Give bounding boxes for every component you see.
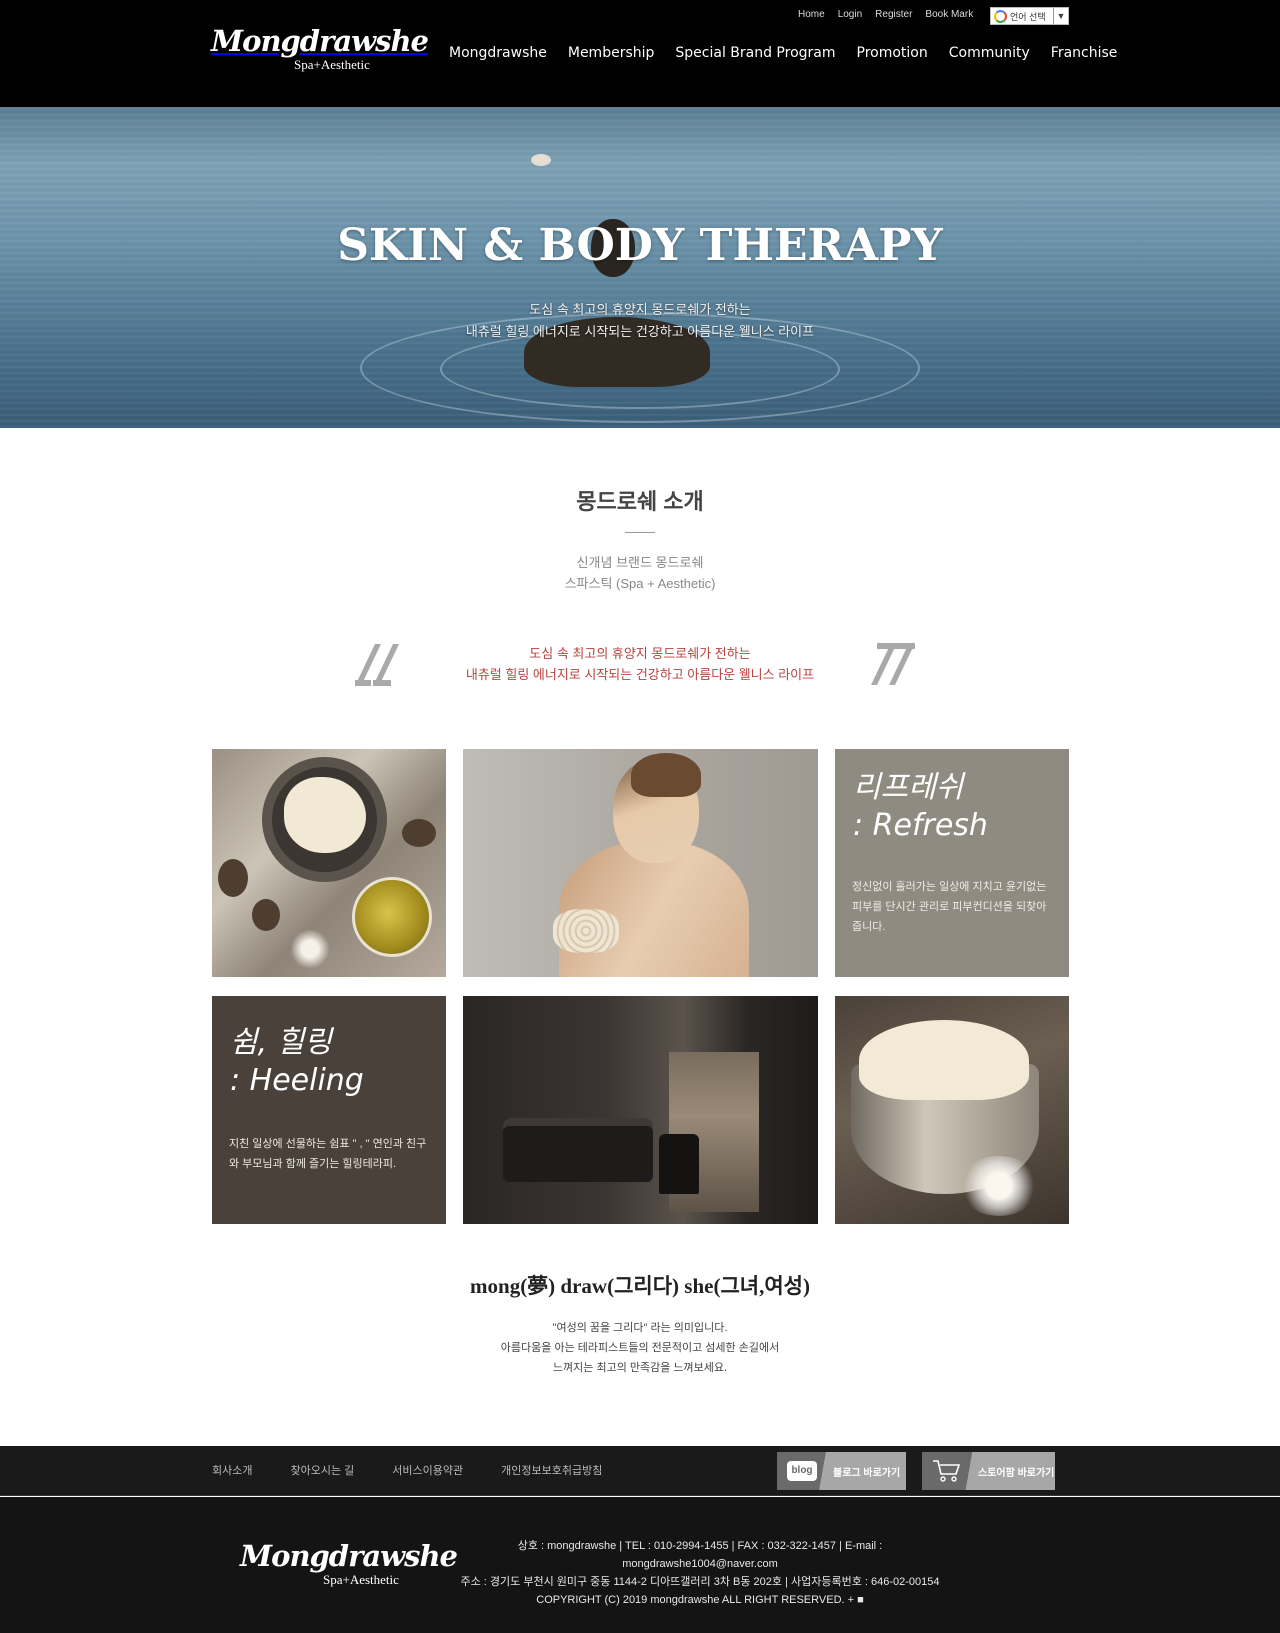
company-info-line: 상호 : mongdrawshe | TEL : 010-2994-1455 |… — [517, 1540, 883, 1570]
brand-meaning-line: 느껴지는 최고의 만족감을 느껴보세요. — [552, 1362, 728, 1374]
cream-image — [284, 777, 366, 853]
quote-close-icon — [871, 643, 915, 685]
nut-image — [252, 899, 280, 931]
nav-item-membership[interactable]: Membership — [568, 44, 655, 62]
oil-dish-image — [352, 877, 432, 957]
footer-link-terms[interactable]: 서비스이용약관 — [392, 1463, 463, 1479]
flower-image — [290, 929, 330, 969]
util-link-register[interactable]: Register — [875, 8, 912, 22]
gallery-image-shea-butter — [212, 749, 446, 977]
store-button[interactable]: 스토어팜 바로가기 — [922, 1452, 1055, 1490]
site-header: Mongdrawshe Spa+Aesthetic Home Login Reg… — [0, 0, 1280, 107]
chair-image — [659, 1134, 699, 1194]
hero-buoy-image — [531, 154, 551, 166]
title-divider — [625, 532, 655, 533]
refresh-tile[interactable]: 리프레쉬 : Refresh 정신없이 흘러가는 일상에 지치고 윤기없는 피부… — [835, 749, 1069, 977]
copyright-line: COPYRIGHT (C) 2019 mongdrawshe ALL RIGHT… — [536, 1594, 864, 1606]
blog-button-label: 블로그 바로가기 — [833, 1467, 901, 1479]
massage-bed-image — [503, 1126, 653, 1182]
util-link-bookmark[interactable]: Book Mark — [925, 8, 973, 22]
hero-title: SKIN & BODY THERAPY — [337, 220, 943, 271]
hero-banner: SKIN & BODY THERAPY 도심 속 최고의 휴양지 몽드로쉐가 전… — [0, 107, 1280, 428]
language-select-label: 언어 선택 — [1010, 11, 1046, 22]
google-g-icon — [994, 9, 1007, 23]
intro-quote-line: 내츄럴 힐링 에너지로 시작되는 건강하고 아름다운 웰니스 라이프 — [465, 667, 815, 682]
nav-item-franchise[interactable]: Franchise — [1051, 44, 1118, 62]
healing-tile-description: 지친 일상에 선물하는 쉼표 " , " 연인과 친구와 부모님과 함께 즐기는… — [229, 1138, 427, 1170]
woman-hair-image — [631, 753, 701, 797]
logo-tagline: Spa+Aesthetic — [294, 57, 370, 72]
nav-item-promotion[interactable]: Promotion — [857, 44, 928, 62]
hero-subtitle-line: 내츄럴 힐링 에너지로 시작되는 건강하고 아름다운 웰니스 라이프 — [465, 324, 815, 339]
nut-image — [402, 819, 436, 847]
footer-link-company[interactable]: 회사소개 — [212, 1463, 252, 1479]
company-info-line: 주소 : 경기도 부천시 원미구 중동 1144-2 디아뜨갤러리 3차 B동 … — [460, 1576, 940, 1588]
healing-tile-title-korean: 쉼, 힐링 — [230, 1025, 332, 1060]
section-subtitle-line: 스파스틱 (Spa + Aesthetic) — [564, 576, 716, 591]
store-button-label: 스토어팜 바로가기 — [978, 1467, 1055, 1479]
section-title: 몽드로쉐 소개 — [576, 489, 704, 514]
healing-tile[interactable]: 쉼, 힐링 : Heeling 지친 일상에 선물하는 쉼표 " , " 연인과… — [212, 996, 446, 1224]
nav-item-community[interactable]: Community — [949, 44, 1030, 62]
footer-logo-wordmark: Mongdrawshe — [240, 1539, 458, 1573]
brand-meaning-line: 아름다움을 아는 테라피스트들의 전문적이고 섬세한 손길에서 — [500, 1342, 780, 1354]
util-link-login[interactable]: Login — [838, 8, 862, 22]
cream-image — [859, 1020, 1029, 1100]
section-subtitle-line: 신개념 브랜드 몽드로쉐 — [576, 555, 704, 570]
gallery-image-cream-bowl — [835, 996, 1069, 1224]
language-select[interactable]: 언어 선택 ▼ — [990, 7, 1069, 25]
gallery-image-treatment-room — [463, 996, 818, 1224]
cart-icon — [933, 1460, 961, 1482]
section-subtitle: 신개념 브랜드 몽드로쉐 스파스틱 (Spa + Aesthetic) — [0, 552, 1280, 594]
blog-icon: blog — [787, 1461, 817, 1481]
logo-wordmark: Mongdrawshe — [211, 24, 429, 58]
refresh-tile-title-english: : Refresh — [853, 808, 988, 843]
brand-meaning-text: "여성의 꿈을 그리다" 라는 의미입니다. 아름다움을 아는 테라피스트들의 … — [0, 1318, 1280, 1378]
blog-button[interactable]: blog 블로그 바로가기 — [777, 1452, 906, 1490]
pearl-bracelet-image — [553, 909, 619, 953]
site-logo[interactable]: Mongdrawshe Spa+Aesthetic — [211, 24, 429, 76]
healing-tile-heading: 쉼, 힐링 : Heeling — [230, 1024, 364, 1100]
nut-image — [218, 859, 248, 897]
nav-item-special-brand-program[interactable]: Special Brand Program — [675, 44, 835, 62]
chevron-down-icon[interactable]: ▼ — [1053, 8, 1068, 24]
hero-subtitle: 도심 속 최고의 휴양지 몽드로쉐가 전하는 내츄럴 힐링 에너지로 시작되는 … — [0, 299, 1280, 343]
hero-subtitle-line: 도심 속 최고의 휴양지 몽드로쉐가 전하는 — [529, 302, 751, 317]
footer-nav-bar: 회사소개 찾아오시는 길 서비스이용약관 개인정보보호취급방침 blog 블로그… — [0, 1446, 1280, 1496]
brand-meaning-title: mong(夢) draw(그리다) she(그녀,여성) — [470, 1274, 810, 1298]
footer-logo-tagline: Spa+Aesthetic — [323, 1572, 399, 1587]
refresh-tile-heading: 리프레쉬 : Refresh — [853, 769, 988, 845]
footer-links: 회사소개 찾아오시는 길 서비스이용약관 개인정보보호취급방침 — [212, 1463, 602, 1479]
site-footer: Mongdrawshe Spa+Aesthetic 상호 : mongdraws… — [0, 1497, 1280, 1633]
nav-item-mongdrawshe[interactable]: Mongdrawshe — [449, 44, 547, 62]
main-nav: Mongdrawshe Membership Special Brand Pro… — [449, 44, 1117, 62]
intro-quote: 도심 속 최고의 휴양지 몽드로쉐가 전하는 내츄럴 힐링 에너지로 시작되는 … — [0, 643, 1280, 685]
brand-meaning-line: "여성의 꿈을 그리다" 라는 의미입니다. — [552, 1322, 728, 1334]
footer-logo: Mongdrawshe Spa+Aesthetic — [240, 1539, 458, 1591]
utility-nav: Home Login Register Book Mark — [798, 8, 973, 22]
intro-quote-line: 도심 속 최고의 휴양지 몽드로쉐가 전하는 — [529, 646, 751, 661]
healing-tile-title-english: : Heeling — [230, 1063, 364, 1098]
util-link-home[interactable]: Home — [798, 8, 825, 22]
gallery-image-woman-pearls — [463, 749, 818, 977]
refresh-tile-title-korean: 리프레쉬 — [853, 770, 964, 805]
footer-link-privacy[interactable]: 개인정보보호취급방침 — [501, 1463, 602, 1479]
refresh-tile-description: 정신없이 흘러가는 일상에 지치고 윤기없는 피부를 단시간 관리로 피부컨디션… — [852, 881, 1047, 933]
footer-link-directions[interactable]: 찾아오시는 길 — [290, 1463, 354, 1479]
flower-image — [959, 1156, 1039, 1216]
company-info: 상호 : mongdrawshe | TEL : 010-2994-1455 |… — [440, 1537, 960, 1609]
